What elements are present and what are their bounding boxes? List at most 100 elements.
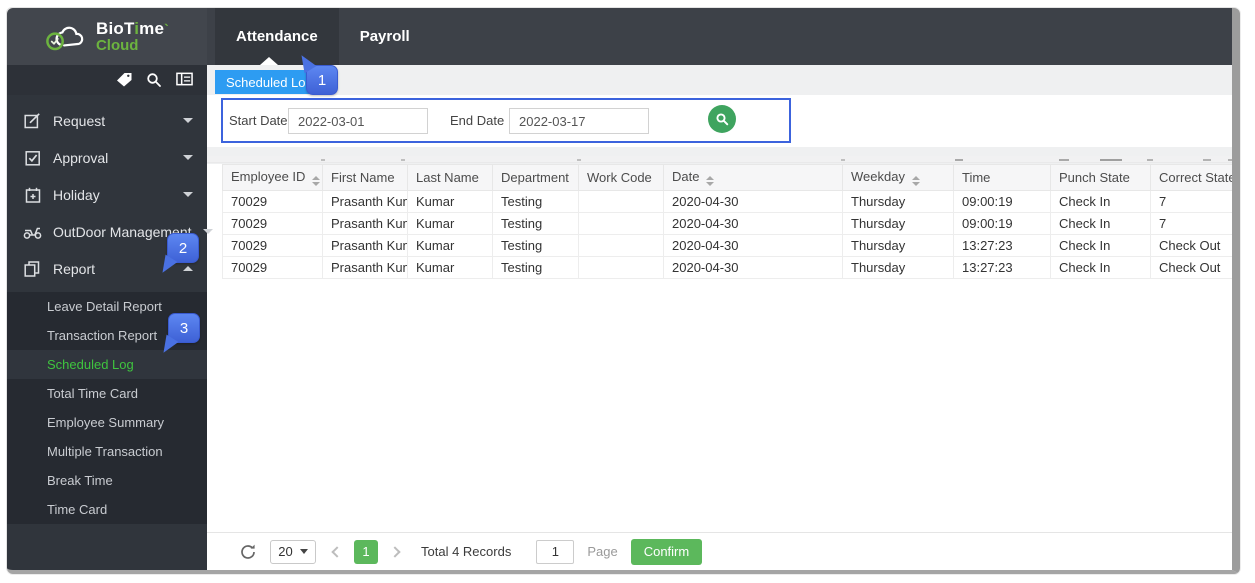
annotation-step-2: 2 <box>156 233 199 277</box>
column-header-first-name: First Name <box>322 164 408 191</box>
sidebar-item-request[interactable]: Request <box>7 102 207 139</box>
sidebar-item-label: Report <box>53 260 96 277</box>
table-cell <box>578 234 664 257</box>
report-icon <box>23 260 42 277</box>
scooter-icon <box>23 224 42 239</box>
active-tab-pointer-icon <box>260 57 278 65</box>
chevron-up-icon <box>183 266 193 271</box>
table-cell: Kumar <box>407 212 493 235</box>
filter-panel: Start Date End Date <box>207 95 1232 147</box>
page-number-input[interactable] <box>536 539 575 564</box>
start-date-input[interactable] <box>288 108 428 134</box>
page-1-button[interactable]: 1 <box>354 539 378 564</box>
table-cell: Testing <box>492 234 579 257</box>
tag-icon[interactable] <box>116 72 133 89</box>
logo[interactable]: BioTime` Cloud <box>7 8 207 65</box>
search-button[interactable] <box>708 105 736 133</box>
table-cell: 70029 <box>222 190 323 213</box>
chevron-down-icon <box>183 192 193 197</box>
submenu-item-label: Employee Summary <box>47 415 165 430</box>
table-empty-area <box>207 279 1232 532</box>
page-tab-row: Scheduled Log <box>207 65 1232 95</box>
confirm-button[interactable]: Confirm <box>630 538 703 565</box>
table-cell: 2020-04-30 <box>663 234 843 257</box>
table-cell: Prasanth Kumar <box>322 212 408 235</box>
submenu-item-employee-summary[interactable]: Employee Summary <box>7 408 207 437</box>
start-date-label: Start Date <box>229 113 288 128</box>
column-header-time: Time <box>953 164 1051 191</box>
submenu-item-label: Multiple Transaction <box>47 444 163 459</box>
table-cell: Check Out <box>1150 234 1232 257</box>
table-panel: Employee ID First Name Last Name Department… <box>207 164 1232 570</box>
sort-icon[interactable] <box>312 176 321 186</box>
table-row[interactable]: 70029Prasanth KumarKumarTesting 2020-04-3… <box>222 190 1232 213</box>
table-cell: Check Out <box>1150 256 1232 279</box>
table-cell: Check In <box>1050 190 1151 213</box>
collapse-menu-icon[interactable] <box>176 72 193 89</box>
table-row[interactable]: 70029Prasanth KumarKumarTesting 2020-04-3… <box>222 212 1232 235</box>
submenu-item-scheduled-log[interactable]: Scheduled Log <box>7 350 207 379</box>
submenu-item-label: Time Card <box>47 502 108 517</box>
submenu-item-multiple-transaction[interactable]: Multiple Transaction <box>7 437 207 466</box>
table-cell: Thursday <box>842 256 954 279</box>
screenshot-stage: BioTime` Cloud Attendance Payroll Request… <box>0 0 1255 583</box>
column-header-label: Correct State <box>1159 170 1233 185</box>
submenu-item-time-card[interactable]: Time Card <box>7 495 207 524</box>
end-date-input[interactable] <box>509 108 649 134</box>
top-menubar: Attendance Payroll <box>207 8 1232 65</box>
biotime-cloud-logo-icon <box>45 22 89 52</box>
table-cell: Prasanth Kumar <box>322 256 408 279</box>
edit-icon <box>23 112 42 129</box>
top-tab-label: Attendance <box>236 28 318 45</box>
submenu-item-label: Leave Detail Report <box>47 299 162 314</box>
sidebar-item-holiday[interactable]: Holiday <box>7 176 207 213</box>
table-cell: 09:00:19 <box>953 212 1051 235</box>
toolbar-sliver-strip <box>207 147 1232 164</box>
table-cell: 2020-04-30 <box>663 212 843 235</box>
chevron-down-icon <box>183 155 193 160</box>
sidebar-item-label: Request <box>53 112 106 129</box>
column-header-correct-state: Correct State <box>1150 164 1233 191</box>
top-tab-attendance[interactable]: Attendance <box>215 8 339 65</box>
table-cell: Testing <box>492 190 579 213</box>
table-cell: 70029 <box>222 212 323 235</box>
column-header-date[interactable]: Date <box>663 164 843 191</box>
top-tab-payroll[interactable]: Payroll <box>339 8 431 65</box>
previous-page-icon[interactable] <box>331 545 343 558</box>
next-page-icon[interactable] <box>389 545 401 558</box>
brand-name: BioTime` <box>95 19 170 38</box>
column-header-label: Punch State <box>1059 170 1130 185</box>
column-header-work-code: Work Code <box>578 164 664 191</box>
sort-icon[interactable] <box>706 176 715 186</box>
submenu-item-total-time-card[interactable]: Total Time Card <box>7 379 207 408</box>
column-header-employee-id[interactable]: Employee ID <box>222 164 323 191</box>
page-size-select[interactable]: 20 <box>270 539 316 564</box>
table-row[interactable]: 70029Prasanth KumarKumarTesting 2020-04-3… <box>222 234 1232 257</box>
search-icon[interactable] <box>146 72 163 89</box>
table-cell: Check In <box>1050 212 1151 235</box>
clipped-toolbar-row <box>207 156 1232 163</box>
table-cell: 2020-04-30 <box>663 256 843 279</box>
column-header-label: Department <box>501 170 569 185</box>
brand-sub: Cloud <box>95 37 139 54</box>
approval-icon <box>23 150 42 166</box>
app-window: BioTime` Cloud Attendance Payroll Request… <box>7 8 1240 574</box>
sort-icon[interactable] <box>911 176 920 186</box>
end-date-label: End Date <box>450 113 505 128</box>
table-cell: 7 <box>1150 212 1232 235</box>
sidebar-item-approval[interactable]: Approval <box>7 139 207 176</box>
submenu-item-break-time[interactable]: Break Time <box>7 466 207 495</box>
table-cell: 70029 <box>222 234 323 257</box>
table-cell: Kumar <box>407 256 493 279</box>
column-header-label: Time <box>962 170 991 185</box>
table-cell: Thursday <box>842 190 954 213</box>
submenu-item-label: Break Time <box>47 473 113 488</box>
refresh-button[interactable] <box>239 543 257 561</box>
column-header-weekday[interactable]: Weekday <box>842 164 954 191</box>
column-header-department: Department <box>492 164 579 191</box>
column-header-label: Weekday <box>851 169 905 184</box>
table-cell: 09:00:19 <box>953 190 1051 213</box>
table-row[interactable]: 70029Prasanth KumarKumarTesting 2020-04-3… <box>222 256 1232 279</box>
table-cell <box>578 256 664 279</box>
table-cell: Check In <box>1050 234 1151 257</box>
